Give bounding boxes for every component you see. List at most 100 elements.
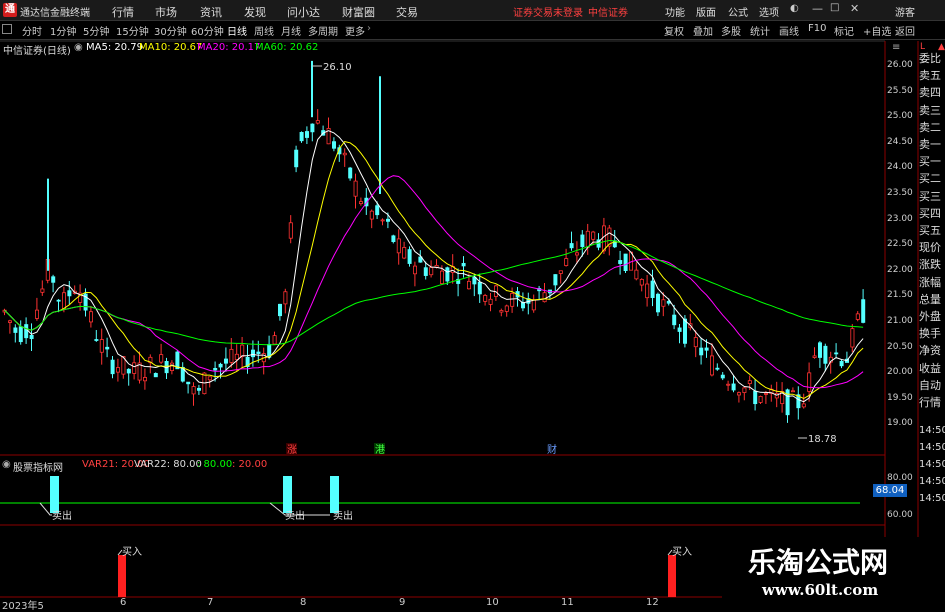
indicator-val80: : 80.00 <box>197 459 233 470</box>
indicator-name[interactable]: 股票指标网 <box>13 459 63 474</box>
quote-panel-item[interactable]: 收益 <box>919 360 945 376</box>
candle-body <box>477 281 482 295</box>
candle-body <box>672 314 677 326</box>
candle-body <box>602 225 607 252</box>
quote-panel-item[interactable]: 换手 <box>919 325 945 341</box>
candle-body <box>412 265 417 275</box>
quote-panel-item[interactable]: 自动 <box>919 377 945 393</box>
candle-body <box>142 377 147 382</box>
candle-body <box>229 348 234 363</box>
candle-body <box>272 335 277 345</box>
price-tick: 25.50 <box>887 85 913 96</box>
candle-body <box>94 339 99 341</box>
candle-body <box>737 392 742 396</box>
indicator-toggle-icon[interactable]: ◉ <box>2 459 11 470</box>
candle-body <box>407 249 412 264</box>
tick-time: 14:50 <box>919 459 945 470</box>
quote-panel-item[interactable]: 卖四 <box>919 84 945 100</box>
quote-panel-item[interactable]: 涨跌 <box>919 256 945 272</box>
candle-body <box>650 280 655 298</box>
buy-signals <box>117 549 676 597</box>
candle-body <box>683 318 688 344</box>
candle-body <box>569 243 574 249</box>
candle-body <box>35 309 40 319</box>
event-marker-hk[interactable]: 港 <box>375 444 385 456</box>
candle-body <box>445 267 450 282</box>
candle-body <box>423 267 428 276</box>
candle-body <box>764 393 769 395</box>
candle-body <box>67 290 72 297</box>
candle-body <box>693 337 698 348</box>
quote-panel-item[interactable]: 买三 <box>919 188 945 204</box>
candle-body <box>51 276 56 283</box>
candle-body <box>385 218 390 222</box>
candle-body <box>218 363 223 368</box>
candle-body <box>116 367 121 373</box>
quote-panel-item[interactable]: 涨幅 <box>919 274 945 290</box>
candle-body <box>267 343 272 358</box>
tick-time: 14:50 <box>919 425 945 436</box>
watermark: 乐淘公式网 www.60lt.com <box>722 537 945 609</box>
candle-body <box>575 252 580 256</box>
candle-body <box>391 235 396 243</box>
candle-body <box>634 269 639 280</box>
candle-body <box>801 403 806 408</box>
price-tick: 19.00 <box>887 418 913 429</box>
price-tick: 25.00 <box>887 111 913 122</box>
candle-body <box>126 368 131 374</box>
quote-panel-item[interactable]: 总量 <box>919 291 945 307</box>
candle-body <box>499 310 504 313</box>
quote-panel-item[interactable]: 卖五 <box>919 67 945 83</box>
candle-body <box>661 299 666 307</box>
quote-panel-item[interactable]: 卖一 <box>919 136 945 152</box>
candle-body <box>553 274 558 286</box>
event-marker-finance[interactable]: 财 <box>547 443 557 456</box>
quote-panel-item[interactable]: 卖三 <box>919 102 945 118</box>
candle-body <box>861 299 866 323</box>
date-label: 8 <box>300 597 307 608</box>
quote-panel-item[interactable]: 卖二 <box>919 119 945 135</box>
price-tick: 24.50 <box>887 136 913 147</box>
candle-body <box>429 267 434 276</box>
candle-body <box>439 270 444 284</box>
quote-panel-item[interactable]: 外盘 <box>919 308 945 324</box>
quote-panel-item[interactable]: 现价 <box>919 239 945 255</box>
quote-panel-item[interactable]: 行情 <box>919 394 945 410</box>
candle-body <box>105 346 110 350</box>
low-annotation: 18.78 <box>808 434 837 445</box>
kline-chart[interactable]: 26.10 18.78 涨 港 财 卖出 卖出 卖出 买入 买入 <box>0 0 945 609</box>
quote-panel-item[interactable]: 委比 <box>919 50 945 66</box>
candle-body <box>818 342 823 358</box>
candle-body <box>196 387 201 391</box>
candle-body <box>715 367 720 370</box>
candle-body <box>726 383 731 386</box>
quote-panel-item[interactable]: 买四 <box>919 205 945 221</box>
indicator-var22: VAR22: 80.00 <box>134 459 202 470</box>
candle-body <box>304 131 309 138</box>
candle-body <box>742 387 747 393</box>
quote-panel-item[interactable]: 买二 <box>919 170 945 186</box>
candle-body <box>747 380 752 384</box>
candle-body <box>461 263 466 267</box>
candle-body <box>13 327 18 333</box>
candle-body <box>29 335 34 340</box>
price-tick: 20.50 <box>887 341 913 352</box>
candle-body <box>396 238 401 254</box>
candle-body <box>402 247 407 259</box>
indicator-val20: : 20.00 <box>232 459 268 470</box>
ma60-line <box>4 239 864 346</box>
date-label: 10 <box>486 597 499 608</box>
candle-body <box>656 293 661 313</box>
candle-body <box>807 372 812 392</box>
candlestick-series <box>2 60 866 423</box>
indicator-current-value: 68.04 <box>873 484 907 497</box>
sell-signals <box>39 476 339 516</box>
candle-body <box>699 347 704 356</box>
tick-time: 14:50 <box>919 493 945 504</box>
quote-panel-item[interactable]: 买五 <box>919 222 945 238</box>
event-marker-rise[interactable]: 涨 <box>287 444 297 456</box>
quote-panel-item[interactable]: 净资 <box>919 342 945 358</box>
price-tick: 22.50 <box>887 239 913 250</box>
quote-panel-item[interactable]: 买一 <box>919 153 945 169</box>
candle-body <box>504 305 509 312</box>
